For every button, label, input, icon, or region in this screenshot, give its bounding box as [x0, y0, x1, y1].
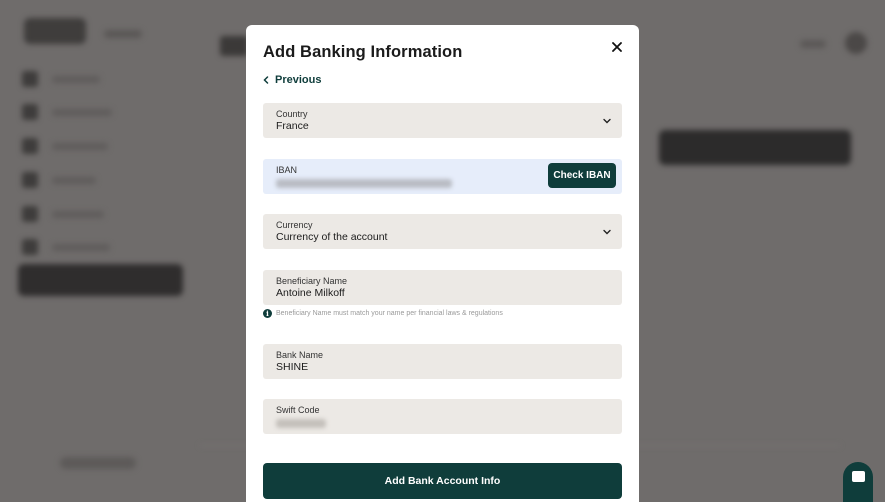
currency-label: Currency — [276, 220, 313, 230]
chat-launcher-button[interactable] — [843, 462, 873, 502]
sidebar-item — [22, 238, 172, 256]
app-logo — [24, 18, 86, 44]
bank-name-value: SHINE — [276, 361, 309, 373]
add-banking-modal: Add Banking Information Previous Country… — [246, 25, 639, 502]
bank-name-label: Bank Name — [276, 350, 324, 360]
header-text — [800, 40, 826, 48]
currency-select[interactable]: Currency Currency of the account — [263, 214, 622, 249]
background-primary-button — [659, 130, 851, 165]
swift-code-value-redacted — [276, 419, 326, 428]
close-icon — [612, 42, 622, 52]
swift-code-label: Swift Code — [276, 405, 320, 415]
add-bank-account-button[interactable]: Add Bank Account Info — [263, 463, 622, 499]
sidebar-footer — [60, 457, 136, 469]
previous-link[interactable]: Previous — [263, 74, 321, 86]
chevron-down-icon — [603, 229, 611, 235]
check-iban-button[interactable]: Check IBAN — [548, 163, 616, 188]
sidebar-item — [22, 205, 172, 223]
beneficiary-hint: i Beneficiary Name must match your name … — [263, 309, 503, 318]
close-button[interactable] — [609, 39, 625, 55]
beneficiary-hint-text: Beneficiary Name must match your name pe… — [276, 310, 503, 317]
app-logo-subtitle — [104, 30, 142, 38]
sidebar-item — [22, 103, 172, 121]
country-select[interactable]: Country France — [263, 103, 622, 138]
chevron-left-icon — [263, 76, 269, 84]
sidebar-item — [22, 137, 172, 155]
iban-value-redacted — [276, 179, 452, 188]
sidebar-item — [22, 171, 172, 189]
swift-code-field[interactable]: Swift Code — [263, 399, 622, 434]
country-value: France — [276, 120, 309, 132]
previous-label: Previous — [275, 74, 322, 86]
bank-name-field[interactable]: Bank Name SHINE — [263, 344, 622, 379]
beneficiary-name-label: Beneficiary Name — [276, 276, 348, 286]
iban-field[interactable]: IBAN Check IBAN — [263, 159, 622, 194]
info-icon: i — [263, 309, 272, 318]
beneficiary-name-field[interactable]: Beneficiary Name Antoine Milkoff — [263, 270, 622, 305]
currency-value: Currency of the account — [276, 231, 388, 243]
chat-icon — [851, 471, 865, 482]
modal-title: Add Banking Information — [263, 43, 463, 61]
beneficiary-name-value: Antoine Milkoff — [276, 287, 345, 299]
country-label: Country — [276, 109, 308, 119]
header-avatar — [845, 32, 867, 54]
chevron-down-icon — [603, 118, 611, 124]
sidebar-item-active — [18, 264, 183, 296]
page-title — [220, 36, 248, 56]
sidebar-item — [22, 70, 172, 88]
